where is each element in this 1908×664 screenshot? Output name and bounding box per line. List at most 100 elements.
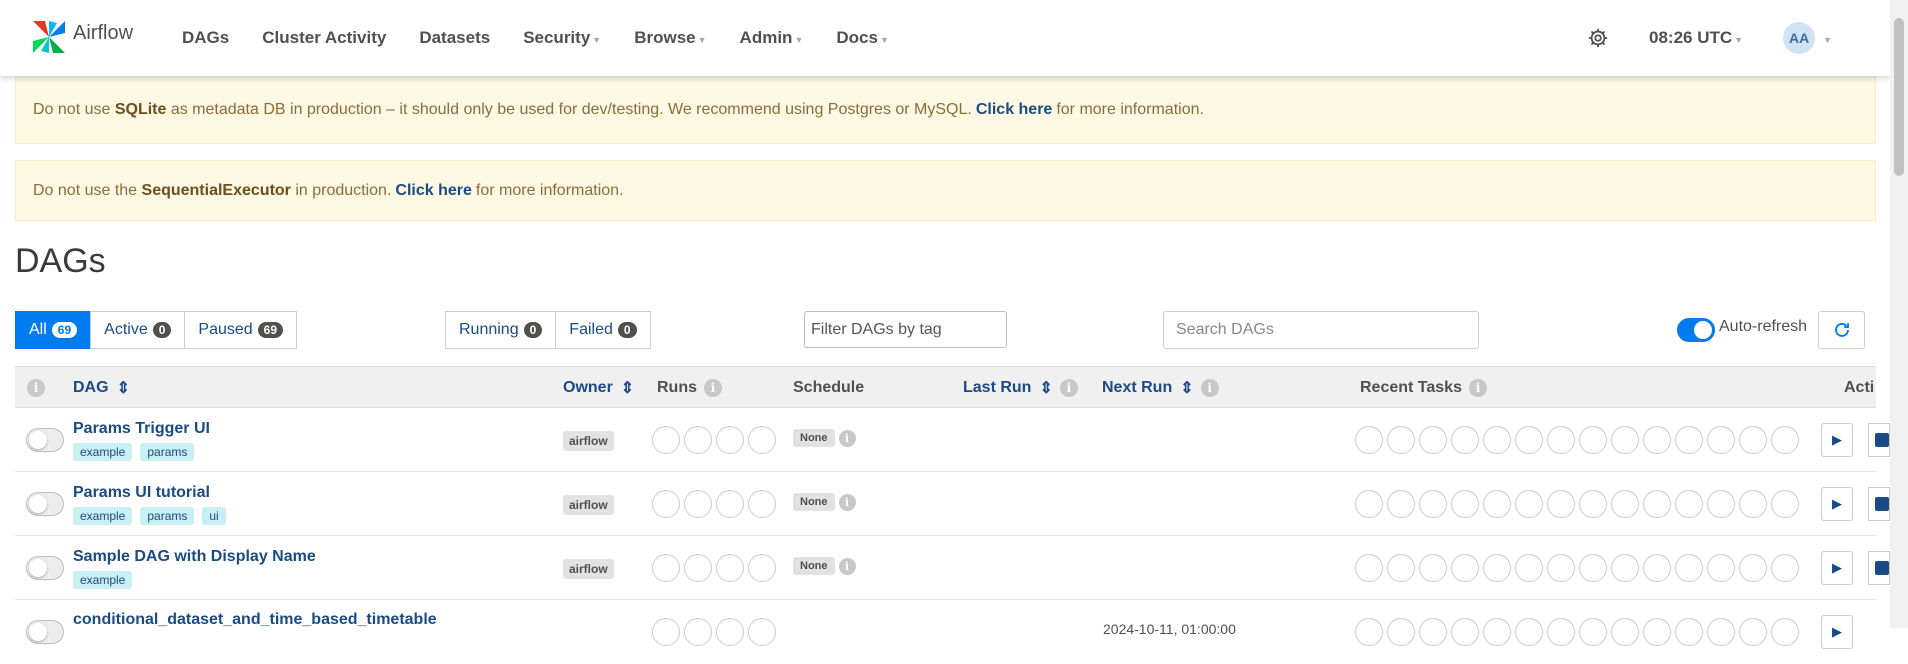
run-status-circle[interactable] bbox=[652, 618, 680, 646]
task-status-circle[interactable] bbox=[1483, 490, 1511, 518]
trigger-dag-button[interactable]: ▶ bbox=[1821, 423, 1853, 457]
task-status-circle[interactable] bbox=[1483, 554, 1511, 582]
tag-chip[interactable]: params bbox=[140, 443, 195, 461]
filter-paused-button[interactable]: Paused 69 bbox=[184, 311, 298, 349]
task-status-circle[interactable] bbox=[1515, 618, 1543, 646]
task-status-circle[interactable] bbox=[1355, 426, 1383, 454]
owner-badge[interactable]: airflow bbox=[563, 431, 614, 451]
dag-name-link[interactable]: conditional_dataset_and_time_based_timet… bbox=[73, 611, 437, 629]
task-status-circle[interactable] bbox=[1771, 618, 1799, 646]
task-status-circle[interactable] bbox=[1387, 618, 1415, 646]
run-status-circle[interactable] bbox=[684, 554, 712, 582]
task-status-circle[interactable] bbox=[1451, 618, 1479, 646]
refresh-button[interactable] bbox=[1818, 311, 1865, 349]
header-last-run[interactable]: Last Run ⇕ i bbox=[963, 367, 1078, 409]
task-status-circle[interactable] bbox=[1451, 490, 1479, 518]
task-status-circle[interactable] bbox=[1707, 554, 1735, 582]
task-status-circle[interactable] bbox=[1643, 490, 1671, 518]
filter-failed-button[interactable]: Failed 0 bbox=[555, 311, 651, 349]
nav-security[interactable]: Security ▼ bbox=[523, 28, 601, 48]
sqlite-click-here-link[interactable]: Click here bbox=[976, 101, 1052, 119]
info-icon[interactable]: i bbox=[1059, 379, 1078, 397]
task-status-circle[interactable] bbox=[1483, 618, 1511, 646]
task-status-circle[interactable] bbox=[1579, 618, 1607, 646]
run-status-circle[interactable] bbox=[748, 426, 776, 454]
run-status-circle[interactable] bbox=[716, 554, 744, 582]
scrollbar-thumb[interactable] bbox=[1894, 18, 1904, 176]
header-next-run[interactable]: Next Run ⇕ i bbox=[1102, 367, 1219, 409]
dag-pause-toggle[interactable] bbox=[26, 428, 64, 452]
info-icon[interactable]: i bbox=[838, 493, 856, 511]
task-status-circle[interactable] bbox=[1643, 618, 1671, 646]
task-status-circle[interactable] bbox=[1739, 554, 1767, 582]
run-status-circle[interactable] bbox=[684, 490, 712, 518]
run-status-circle[interactable] bbox=[652, 490, 680, 518]
dag-name-link[interactable]: Params UI tutorial bbox=[73, 484, 210, 502]
info-icon[interactable]: i bbox=[1468, 379, 1487, 397]
task-status-circle[interactable] bbox=[1387, 490, 1415, 518]
owner-badge[interactable]: airflow bbox=[563, 559, 614, 579]
task-status-circle[interactable] bbox=[1739, 618, 1767, 646]
task-status-circle[interactable] bbox=[1451, 426, 1479, 454]
task-status-circle[interactable] bbox=[1611, 490, 1639, 518]
nav-cluster-activity[interactable]: Cluster Activity bbox=[262, 28, 386, 48]
task-status-circle[interactable] bbox=[1547, 618, 1575, 646]
nav-browse[interactable]: Browse ▼ bbox=[634, 28, 706, 48]
run-status-circle[interactable] bbox=[684, 618, 712, 646]
info-icon[interactable]: i bbox=[704, 379, 722, 397]
tag-chip[interactable]: params bbox=[140, 507, 195, 525]
task-status-circle[interactable] bbox=[1355, 618, 1383, 646]
task-status-circle[interactable] bbox=[1579, 554, 1607, 582]
task-status-circle[interactable] bbox=[1515, 490, 1543, 518]
task-status-circle[interactable] bbox=[1643, 554, 1671, 582]
dag-pause-toggle[interactable] bbox=[26, 492, 64, 516]
filter-all-button[interactable]: All 69 bbox=[15, 311, 92, 349]
filter-running-button[interactable]: Running 0 bbox=[445, 311, 557, 349]
task-status-circle[interactable] bbox=[1739, 426, 1767, 454]
run-status-circle[interactable] bbox=[652, 426, 680, 454]
task-status-circle[interactable] bbox=[1515, 426, 1543, 454]
run-status-circle[interactable] bbox=[716, 490, 744, 518]
dag-pause-toggle[interactable] bbox=[26, 620, 64, 644]
task-status-circle[interactable] bbox=[1771, 554, 1799, 582]
run-status-circle[interactable] bbox=[748, 490, 776, 518]
run-status-circle[interactable] bbox=[716, 426, 744, 454]
task-status-circle[interactable] bbox=[1707, 426, 1735, 454]
info-icon[interactable]: i bbox=[838, 429, 856, 447]
task-status-circle[interactable] bbox=[1451, 554, 1479, 582]
brand-link[interactable]: Airflow bbox=[29, 17, 133, 57]
task-status-circle[interactable] bbox=[1771, 490, 1799, 518]
task-status-circle[interactable] bbox=[1675, 490, 1703, 518]
run-status-circle[interactable] bbox=[716, 618, 744, 646]
task-status-circle[interactable] bbox=[1419, 554, 1447, 582]
tag-chip[interactable]: example bbox=[73, 443, 133, 461]
task-status-circle[interactable] bbox=[1483, 426, 1511, 454]
more-actions-button[interactable] bbox=[1868, 551, 1890, 585]
trigger-dag-button[interactable]: ▶ bbox=[1821, 615, 1853, 649]
task-status-circle[interactable] bbox=[1579, 490, 1607, 518]
dag-pause-toggle[interactable] bbox=[26, 556, 64, 580]
info-icon[interactable]: i bbox=[838, 557, 856, 575]
tag-filter-input[interactable]: Filter DAGs by tag bbox=[804, 311, 1007, 348]
executor-click-here-link[interactable]: Click here bbox=[395, 182, 471, 200]
task-status-circle[interactable] bbox=[1547, 554, 1575, 582]
task-status-circle[interactable] bbox=[1387, 554, 1415, 582]
info-icon[interactable]: i bbox=[1200, 379, 1219, 397]
nav-datasets[interactable]: Datasets bbox=[419, 28, 490, 48]
task-status-circle[interactable] bbox=[1419, 618, 1447, 646]
user-avatar[interactable]: AA bbox=[1783, 22, 1816, 54]
task-status-circle[interactable] bbox=[1419, 490, 1447, 518]
tag-chip[interactable]: example bbox=[73, 571, 133, 589]
nav-admin[interactable]: Admin ▼ bbox=[740, 28, 804, 48]
task-status-circle[interactable] bbox=[1707, 490, 1735, 518]
task-status-circle[interactable] bbox=[1771, 426, 1799, 454]
more-actions-button[interactable] bbox=[1868, 487, 1890, 521]
more-actions-button[interactable] bbox=[1868, 423, 1890, 457]
header-dag[interactable]: DAG ⇕ bbox=[73, 367, 130, 409]
run-status-circle[interactable] bbox=[748, 554, 776, 582]
task-status-circle[interactable] bbox=[1355, 554, 1383, 582]
page-scrollbar[interactable] bbox=[1890, 0, 1908, 628]
task-status-circle[interactable] bbox=[1675, 426, 1703, 454]
task-status-circle[interactable] bbox=[1611, 554, 1639, 582]
tag-chip[interactable]: example bbox=[73, 507, 133, 525]
